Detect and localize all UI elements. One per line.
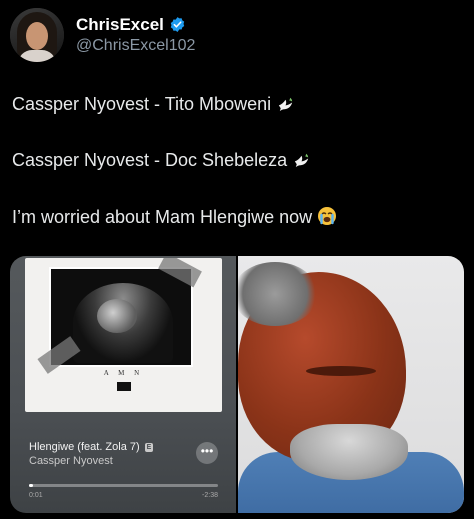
author-display-name[interactable]: ChrisExcel <box>76 15 164 35</box>
tweet-text-line: Cassper Nyovest - Doc Shebeleza <box>12 150 311 174</box>
playback-progress-fill <box>29 484 33 487</box>
cover-text: A M N <box>103 369 144 377</box>
song-title-row: Hlengiwe (feat. Zola 7) E <box>29 441 154 453</box>
verified-badge-icon <box>169 16 186 33</box>
playback-progress-bar[interactable] <box>29 484 218 487</box>
author-handle[interactable]: @ChrisExcel102 <box>76 37 195 55</box>
more-options-button[interactable]: ••• <box>196 442 218 464</box>
artist-name: Cassper Nyovest <box>29 455 113 467</box>
media-grid[interactable]: A M N Hlengiwe (feat. Zola 7) E Cassper … <box>10 256 464 513</box>
dove-icon <box>292 150 311 174</box>
time-remaining: -2:38 <box>202 492 218 499</box>
tweet-line-1-text: Cassper Nyovest - Tito Mboweni <box>12 94 272 114</box>
tweet-line-3-text: I’m worried about Mam Hlengiwe now <box>12 207 313 227</box>
parental-advisory-label <box>117 382 131 391</box>
album-cover: A M N <box>25 258 222 412</box>
avatar[interactable] <box>10 8 64 62</box>
author-info: ChrisExcel @ChrisExcel102 <box>76 15 195 56</box>
loudly-crying-face-icon <box>317 206 337 231</box>
dove-icon <box>276 94 295 118</box>
music-player-screenshot[interactable]: A M N Hlengiwe (feat. Zola 7) E Cassper … <box>10 256 236 513</box>
time-elapsed: 0:01 <box>29 492 43 499</box>
tweet-text-line: I’m worried about Mam Hlengiwe now <box>12 206 337 231</box>
explicit-badge: E <box>144 442 154 452</box>
man-wincing-photo[interactable] <box>238 256 464 513</box>
tweet-header: ChrisExcel @ChrisExcel102 <box>10 8 195 62</box>
tweet-line-2-text: Cassper Nyovest - Doc Shebeleza <box>12 150 288 170</box>
song-title: Hlengiwe (feat. Zola 7) <box>29 441 140 453</box>
tweet-text-line: Cassper Nyovest - Tito Mboweni <box>12 94 295 118</box>
